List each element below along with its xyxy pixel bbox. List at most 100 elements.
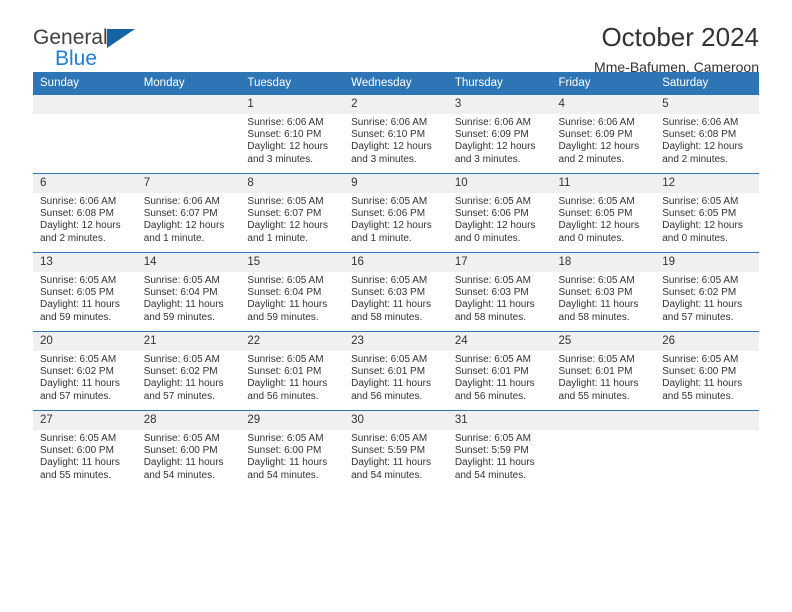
daylight-text-line2: and 58 minutes. <box>558 311 630 323</box>
sunset-text: Sunset: 6:03 PM <box>351 287 426 299</box>
calendar-day-cell[interactable]: 11 Sunrise: 6:05 AM Sunset: 6:05 PM Dayligh… <box>551 173 656 253</box>
calendar-day-cell[interactable]: 10 Sunrise: 6:05 AM Sunset: 6:06 PM Dayligh… <box>447 173 552 253</box>
calendar-day-cell[interactable]: 27 Sunrise: 6:05 AM Sunset: 6:00 PM Dayligh… <box>33 410 137 489</box>
calendar-day-cell[interactable]: 4 Sunrise: 6:06 AM Sunset: 6:09 PM Daylight… <box>551 94 656 174</box>
calendar-day-cell[interactable]: 6 Sunrise: 6:06 AM Sunset: 6:08 PM Daylight… <box>33 173 137 253</box>
day-sun-info: Sunrise: 6:05 AM Sunset: 6:05 PM Daylight:… <box>552 193 656 245</box>
calendar-day-cell <box>33 94 137 174</box>
daylight-text-line2: and 3 minutes. <box>454 153 521 165</box>
day-sun-info: Sunrise: 6:06 AM Sunset: 6:09 PM Daylight:… <box>448 114 552 166</box>
day-number: 11 <box>551 174 656 193</box>
calendar-day-cell[interactable]: 28 Sunrise: 6:05 AM Sunset: 6:00 PM Dayligh… <box>136 410 241 489</box>
calendar-day-cell[interactable]: 18 Sunrise: 6:05 AM Sunset: 6:03 PM Dayligh… <box>551 252 656 332</box>
calendar-day-cell[interactable]: 26 Sunrise: 6:05 AM Sunset: 6:00 PM Dayligh… <box>655 331 759 411</box>
calendar-day-cell[interactable]: 5 Sunrise: 6:06 AM Sunset: 6:08 PM Daylight… <box>655 94 759 174</box>
sunrise-text: Sunrise: 6:06 AM <box>40 196 117 207</box>
sunrise-text: Sunrise: 6:05 AM <box>351 196 428 207</box>
sunrise-text: Sunrise: 6:06 AM <box>351 117 428 128</box>
daylight-text-line2: and 58 minutes. <box>351 311 423 323</box>
calendar-day-cell[interactable]: 15 Sunrise: 6:05 AM Sunset: 6:04 PM Dayligh… <box>240 252 345 332</box>
sunrise-text: Sunrise: 6:05 AM <box>454 354 531 365</box>
sunset-text: Sunset: 6:08 PM <box>40 208 114 220</box>
day-sun-info: Sunrise: 6:05 AM Sunset: 6:06 PM Daylight:… <box>344 193 448 245</box>
sunset-text: Sunset: 6:03 PM <box>454 287 529 299</box>
sunset-text: Sunset: 6:02 PM <box>662 287 737 299</box>
day-cell-inner: 22 Sunrise: 6:05 AM Sunset: 6:01 PM Dayligh… <box>240 332 345 410</box>
calendar-day-cell[interactable]: 21 Sunrise: 6:05 AM Sunset: 6:02 PM Dayligh… <box>136 331 241 411</box>
calendar-day-cell[interactable]: 30 Sunrise: 6:05 AM Sunset: 5:59 PM Dayligh… <box>344 410 448 489</box>
calendar-day-cell[interactable]: 13 Sunrise: 6:05 AM Sunset: 6:05 PM Dayligh… <box>33 252 137 332</box>
calendar-day-cell[interactable]: 16 Sunrise: 6:05 AM Sunset: 6:03 PM Dayligh… <box>344 252 448 332</box>
day-cell-inner: 18 Sunrise: 6:05 AM Sunset: 6:03 PM Dayligh… <box>551 253 656 331</box>
calendar-day-cell[interactable]: 31 Sunrise: 6:05 AM Sunset: 5:59 PM Dayligh… <box>447 410 552 489</box>
daylight-text-line2: and 3 minutes. <box>247 153 314 165</box>
sunrise-text: Sunrise: 6:05 AM <box>143 354 220 365</box>
day-cell-inner: 3 Sunrise: 6:06 AM Sunset: 6:09 PM Daylight… <box>447 95 552 173</box>
daylight-text-line1: Daylight: 12 hours <box>247 220 329 232</box>
day-number: 26 <box>655 332 759 351</box>
sunset-text: Sunset: 6:02 PM <box>40 366 114 378</box>
day-sun-info: Sunrise: 6:05 AM Sunset: 5:59 PM Daylight:… <box>448 430 552 482</box>
calendar-day-cell[interactable]: 23 Sunrise: 6:05 AM Sunset: 6:01 PM Dayligh… <box>344 331 448 411</box>
day-number: 14 <box>136 253 241 272</box>
calendar-week-row: 6 Sunrise: 6:06 AM Sunset: 6:08 PM Daylight… <box>33 173 759 253</box>
sunset-text: Sunset: 6:07 PM <box>247 208 322 220</box>
day-sun-info: Sunrise: 6:05 AM Sunset: 5:59 PM Daylight:… <box>344 430 448 482</box>
day-number: 12 <box>655 174 759 193</box>
sunset-text: Sunset: 6:01 PM <box>558 366 633 378</box>
day-number: 22 <box>240 332 345 351</box>
daylight-text-line1: Daylight: 11 hours <box>558 299 639 311</box>
calendar-day-cell[interactable]: 9 Sunrise: 6:05 AM Sunset: 6:06 PM Daylight… <box>344 173 448 253</box>
daylight-text-line1: Daylight: 12 hours <box>558 220 640 232</box>
day-sun-info: Sunrise: 6:05 AM Sunset: 6:00 PM Daylight:… <box>240 430 344 482</box>
day-cell-inner: 26 Sunrise: 6:05 AM Sunset: 6:00 PM Dayligh… <box>655 332 759 410</box>
day-cell-inner: 4 Sunrise: 6:06 AM Sunset: 6:09 PM Daylight… <box>551 95 656 173</box>
calendar-day-cell[interactable]: 7 Sunrise: 6:06 AM Sunset: 6:07 PM Daylight… <box>136 173 241 253</box>
calendar-day-cell[interactable]: 3 Sunrise: 6:06 AM Sunset: 6:09 PM Daylight… <box>447 94 552 174</box>
calendar-day-cell[interactable]: 25 Sunrise: 6:05 AM Sunset: 6:01 PM Dayligh… <box>551 331 656 411</box>
day-sun-info: Sunrise: 6:05 AM Sunset: 6:02 PM Daylight:… <box>137 351 241 403</box>
daylight-text-line2: and 59 minutes. <box>40 311 112 323</box>
daylight-text-line1: Daylight: 12 hours <box>454 220 536 232</box>
day-number <box>551 411 656 430</box>
daylight-text-line2: and 55 minutes. <box>40 469 112 481</box>
calendar-day-cell[interactable]: 20 Sunrise: 6:05 AM Sunset: 6:02 PM Dayligh… <box>33 331 137 411</box>
weekday-header-monday: Monday <box>136 72 241 95</box>
day-sun-info: Sunrise: 6:06 AM Sunset: 6:08 PM Daylight:… <box>33 193 137 245</box>
logo-text-general: General <box>33 26 108 49</box>
general-blue-logo[interactable]: General Blue <box>33 26 153 72</box>
day-number: 17 <box>447 253 552 272</box>
day-sun-info: Sunrise: 6:05 AM Sunset: 6:02 PM Daylight:… <box>655 272 759 324</box>
calendar-day-cell[interactable]: 2 Sunrise: 6:06 AM Sunset: 6:10 PM Daylight… <box>344 94 448 174</box>
calendar-day-cell[interactable]: 22 Sunrise: 6:05 AM Sunset: 6:01 PM Dayligh… <box>240 331 345 411</box>
calendar-day-cell[interactable]: 12 Sunrise: 6:05 AM Sunset: 6:05 PM Dayligh… <box>655 173 759 253</box>
triangle-icon <box>107 29 135 48</box>
sunrise-text: Sunrise: 6:05 AM <box>247 275 324 286</box>
calendar-day-cell[interactable]: 14 Sunrise: 6:05 AM Sunset: 6:04 PM Dayligh… <box>136 252 241 332</box>
daylight-text-line1: Daylight: 12 hours <box>662 220 743 232</box>
day-cell-inner: 23 Sunrise: 6:05 AM Sunset: 6:01 PM Dayligh… <box>344 332 448 410</box>
day-sun-info: Sunrise: 6:05 AM Sunset: 6:00 PM Daylight:… <box>655 351 759 403</box>
daylight-text-line1: Daylight: 11 hours <box>351 299 431 311</box>
day-sun-info: Sunrise: 6:05 AM Sunset: 6:03 PM Daylight:… <box>552 272 656 324</box>
day-cell-inner: 17 Sunrise: 6:05 AM Sunset: 6:03 PM Dayligh… <box>447 253 552 331</box>
calendar-day-cell[interactable]: 1 Sunrise: 6:06 AM Sunset: 6:10 PM Daylight… <box>240 94 345 174</box>
calendar-day-cell[interactable]: 24 Sunrise: 6:05 AM Sunset: 6:01 PM Dayligh… <box>447 331 552 411</box>
sunset-text: Sunset: 6:00 PM <box>143 445 218 457</box>
daylight-text-line2: and 56 minutes. <box>351 390 423 402</box>
sunrise-text: Sunrise: 6:05 AM <box>351 354 428 365</box>
day-sun-info: Sunrise: 6:05 AM Sunset: 6:05 PM Daylight:… <box>33 272 137 324</box>
day-sun-info: Sunrise: 6:06 AM Sunset: 6:10 PM Daylight:… <box>240 114 344 166</box>
day-sun-info: Sunrise: 6:05 AM Sunset: 6:07 PM Daylight:… <box>240 193 344 245</box>
calendar-day-cell[interactable]: 19 Sunrise: 6:05 AM Sunset: 6:02 PM Dayligh… <box>655 252 759 332</box>
calendar-day-cell[interactable]: 29 Sunrise: 6:05 AM Sunset: 6:00 PM Dayligh… <box>240 410 345 489</box>
calendar-day-cell[interactable]: 17 Sunrise: 6:05 AM Sunset: 6:03 PM Dayligh… <box>447 252 552 332</box>
calendar-day-cell[interactable]: 8 Sunrise: 6:05 AM Sunset: 6:07 PM Daylight… <box>240 173 345 253</box>
sunrise-text: Sunrise: 6:05 AM <box>143 433 220 444</box>
day-sun-info: Sunrise: 6:05 AM Sunset: 6:01 PM Daylight:… <box>552 351 656 403</box>
daylight-text-line2: and 57 minutes. <box>662 311 734 323</box>
sunrise-text: Sunrise: 6:06 AM <box>143 196 220 207</box>
daylight-text-line1: Daylight: 11 hours <box>143 299 224 311</box>
day-sun-info: Sunrise: 6:06 AM Sunset: 6:07 PM Daylight:… <box>137 193 241 245</box>
daylight-text-line2: and 2 minutes. <box>662 153 728 165</box>
